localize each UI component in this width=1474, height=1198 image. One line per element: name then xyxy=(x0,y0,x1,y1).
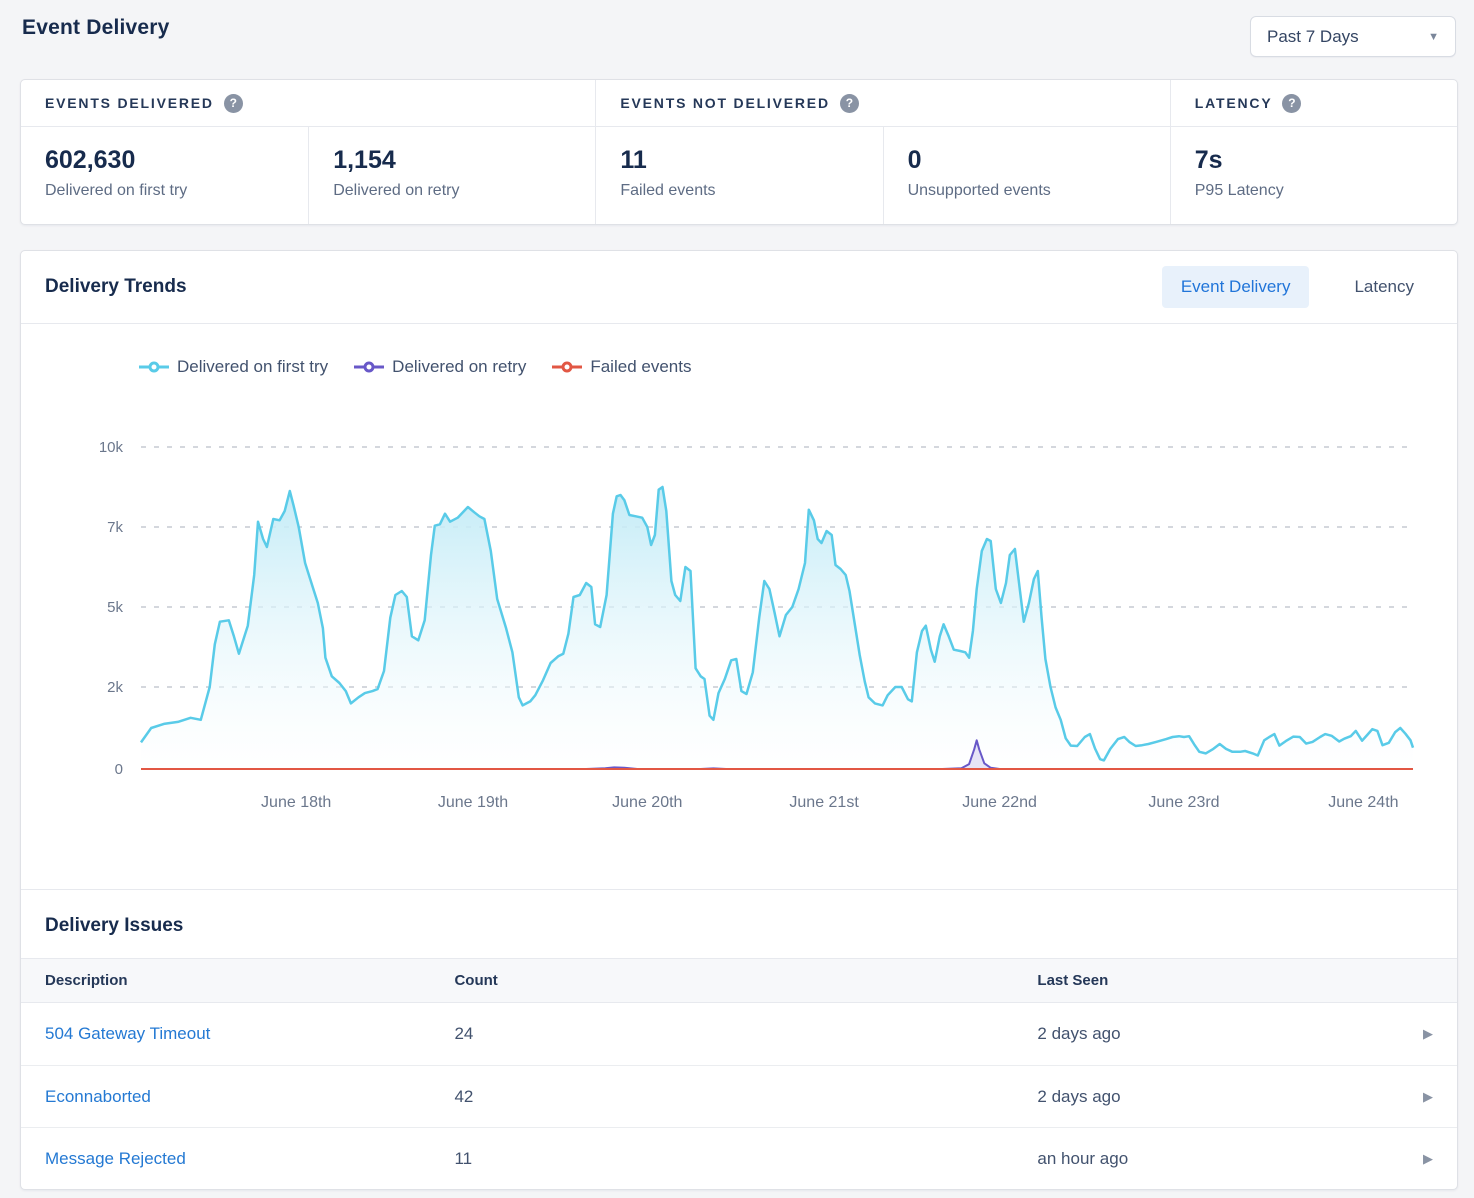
legend-item-first-try: Delivered on first try xyxy=(139,357,328,377)
stats-group-latency: LATENCY ? xyxy=(1170,80,1457,126)
line-marker-icon xyxy=(139,361,169,373)
stats-group-label: LATENCY xyxy=(1195,95,1273,111)
y-axis-tick-label: 0 xyxy=(115,761,123,778)
issue-count: 11 xyxy=(454,1149,1037,1169)
issue-count: 24 xyxy=(454,1024,1037,1044)
delivery-trends-chart: 0 2k 5k 7k 10k June 18th June 19th June 20th Jun… xyxy=(21,397,1457,827)
x-axis-label: June 21st xyxy=(789,794,859,811)
delivery-trends-title: Delivery Trends xyxy=(45,276,187,298)
help-icon[interactable]: ? xyxy=(224,94,243,113)
delivery-issues-title: Delivery Issues xyxy=(45,915,1433,937)
x-axis-label: June 22nd xyxy=(962,794,1037,811)
metric-value: 11 xyxy=(620,146,858,175)
page-title: Event Delivery xyxy=(22,16,170,40)
time-range-value: Past 7 Days xyxy=(1267,27,1359,47)
table-row[interactable]: Econnaborted 42 2 days ago ▶ xyxy=(21,1065,1457,1127)
issue-last-seen: 2 days ago xyxy=(1037,1087,1399,1107)
time-range-dropdown[interactable]: Past 7 Days ▼ xyxy=(1250,16,1456,57)
legend-item-failed: Failed events xyxy=(552,357,691,377)
metric-label: Failed events xyxy=(620,182,858,200)
delivery-trends-card: Delivery Trends Event Delivery Latency D… xyxy=(20,250,1458,1190)
column-header-description: Description xyxy=(45,972,454,989)
line-marker-icon xyxy=(354,361,384,373)
stats-header-row: EVENTS DELIVERED ? EVENTS NOT DELIVERED … xyxy=(21,80,1457,127)
trends-tabs: Event Delivery Latency xyxy=(1162,266,1433,308)
x-axis-label: June 19th xyxy=(438,794,508,811)
y-axis-tick-label: 5k xyxy=(107,599,123,616)
metric-delivered-on-retry: 1,154 Delivered on retry xyxy=(308,127,595,224)
issue-last-seen: 2 days ago xyxy=(1037,1024,1399,1044)
help-icon[interactable]: ? xyxy=(1282,94,1301,113)
issue-link[interactable]: Message Rejected xyxy=(45,1149,186,1168)
y-axis-tick-label: 2k xyxy=(107,679,123,696)
metric-label: Unsupported events xyxy=(908,182,1146,200)
issue-last-seen: an hour ago xyxy=(1037,1149,1399,1169)
chevron-right-icon[interactable]: ▶ xyxy=(1423,1089,1433,1104)
metric-value: 602,630 xyxy=(45,146,284,175)
legend-label: Delivered on retry xyxy=(392,357,526,377)
tab-event-delivery[interactable]: Event Delivery xyxy=(1162,266,1310,308)
table-row[interactable]: Message Rejected 11 an hour ago ▶ xyxy=(21,1127,1457,1189)
issues-table-header: Description Count Last Seen xyxy=(21,958,1457,1003)
chevron-right-icon[interactable]: ▶ xyxy=(1423,1151,1433,1166)
issue-link[interactable]: Econnaborted xyxy=(45,1087,151,1106)
stats-card: EVENTS DELIVERED ? EVENTS NOT DELIVERED … xyxy=(20,79,1458,225)
column-header-count: Count xyxy=(454,972,1037,989)
chart-legend: Delivered on first try Delivered on retr… xyxy=(139,354,1457,380)
delivery-issues-section: Delivery Issues Description Count Last S… xyxy=(21,889,1457,1189)
column-header-last-seen: Last Seen xyxy=(1037,972,1399,989)
y-axis-tick-label: 10k xyxy=(99,439,124,456)
line-marker-icon xyxy=(552,361,582,373)
delivery-issues-table: Description Count Last Seen 504 Gateway … xyxy=(21,958,1457,1189)
table-row[interactable]: 504 Gateway Timeout 24 2 days ago ▶ xyxy=(21,1003,1457,1065)
chevron-down-icon: ▼ xyxy=(1428,31,1439,43)
y-axis-tick-label: 7k xyxy=(107,519,123,536)
metric-unsupported-events: 0 Unsupported events xyxy=(883,127,1170,224)
legend-label: Delivered on first try xyxy=(177,357,328,377)
metric-label: P95 Latency xyxy=(1195,182,1433,200)
stats-group-events-not-delivered: EVENTS NOT DELIVERED ? xyxy=(595,80,1169,126)
x-axis-label: June 20th xyxy=(612,794,682,811)
issue-count: 42 xyxy=(454,1087,1037,1107)
help-icon[interactable]: ? xyxy=(840,94,859,113)
x-axis-label: June 24th xyxy=(1328,794,1398,811)
stats-group-label: EVENTS DELIVERED xyxy=(45,95,214,111)
metric-value: 7s xyxy=(1195,146,1433,175)
metric-failed-events: 11 Failed events xyxy=(595,127,882,224)
metric-label: Delivered on retry xyxy=(333,182,571,200)
issue-link[interactable]: 504 Gateway Timeout xyxy=(45,1024,210,1043)
metric-value: 1,154 xyxy=(333,146,571,175)
x-axis-label: June 23rd xyxy=(1148,794,1219,811)
trend-chart-area: Delivered on first try Delivered on retr… xyxy=(21,324,1457,827)
event-delivery-page: Event Delivery Past 7 Days ▼ EVENTS DELI… xyxy=(0,0,1474,1190)
metric-value: 0 xyxy=(908,146,1146,175)
stats-group-label: EVENTS NOT DELIVERED xyxy=(620,95,829,111)
page-header: Event Delivery Past 7 Days ▼ xyxy=(20,10,1458,68)
delivery-trends-header: Delivery Trends Event Delivery Latency xyxy=(21,251,1457,324)
stats-values-row: 602,630 Delivered on first try 1,154 Del… xyxy=(21,127,1457,224)
stats-group-events-delivered: EVENTS DELIVERED ? xyxy=(21,80,595,126)
chevron-right-icon[interactable]: ▶ xyxy=(1423,1026,1433,1041)
metric-p95-latency: 7s P95 Latency xyxy=(1170,127,1457,224)
metric-delivered-first-try: 602,630 Delivered on first try xyxy=(21,127,308,224)
x-axis-label: June 18th xyxy=(261,794,331,811)
legend-item-retry: Delivered on retry xyxy=(354,357,526,377)
legend-label: Failed events xyxy=(590,357,691,377)
metric-label: Delivered on first try xyxy=(45,182,284,200)
tab-latency[interactable]: Latency xyxy=(1335,266,1433,308)
